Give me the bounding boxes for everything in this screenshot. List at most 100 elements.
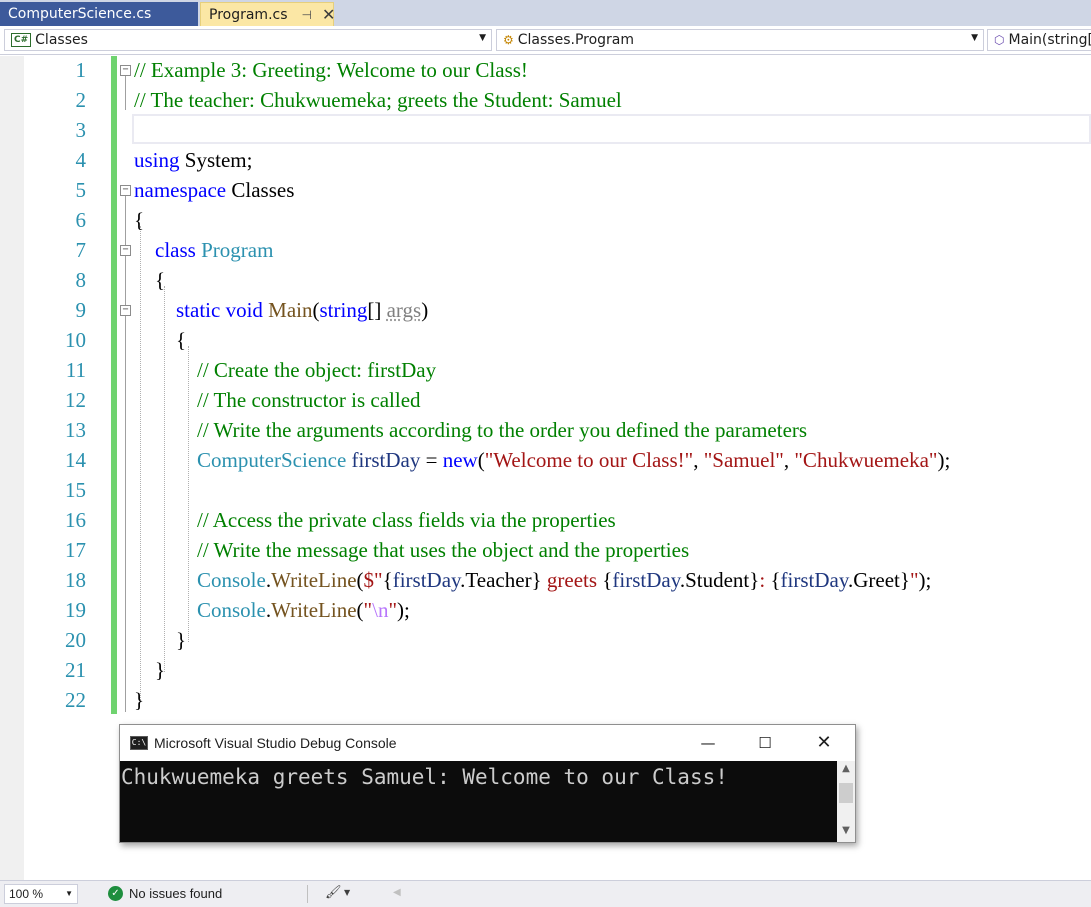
code-token: WriteLine	[271, 598, 357, 622]
code-line[interactable]: 4 using System;	[0, 146, 1091, 176]
code-token: ,	[693, 448, 704, 472]
issues-status[interactable]: No issues found	[129, 886, 222, 901]
code-line[interactable]: 17 // Write the message that uses the ob…	[0, 536, 1091, 566]
line-number: 12	[65, 388, 86, 412]
code-line[interactable]: 1 −// Example 3: Greeting: Welcome to our…	[0, 56, 1091, 86]
line-number: 6	[75, 208, 87, 232]
minimize-button[interactable]: —	[685, 729, 731, 757]
zoom-value: 100 %	[9, 887, 44, 901]
chevron-down-icon[interactable]: ▼	[344, 888, 350, 897]
member-dropdown-value: Main(string[] args)	[1008, 32, 1091, 48]
member-dropdown[interactable]: ⬡ Main(string[] args)	[987, 29, 1091, 51]
code-text: // The constructor is called	[134, 388, 421, 413]
navigation-bar: C# Classes ▼ ⚙ Classes.Program ▼ ⬡ Main(…	[0, 26, 1091, 55]
code-text: }	[134, 658, 165, 683]
code-token: "Samuel"	[703, 448, 784, 472]
code-line[interactable]: 11 // Create the object: firstDay	[0, 356, 1091, 386]
code-line[interactable]: 16 // Access the private class fields vi…	[0, 506, 1091, 536]
code-token: ,	[783, 448, 795, 472]
collapse-icon[interactable]: −	[120, 185, 131, 196]
console-title-bar[interactable]: C:\ Microsoft Visual Studio Debug Consol…	[120, 725, 855, 761]
code-token: }	[134, 628, 187, 652]
maximize-button[interactable]: ☐	[742, 729, 788, 757]
code-token: {	[597, 568, 613, 592]
tab-computerscience-cs[interactable]: ComputerScience.cs	[0, 2, 198, 26]
code-token: Main	[268, 298, 313, 322]
code-line[interactable]: 8 {	[0, 266, 1091, 296]
code-cleanup-brush-icon[interactable]: 🖌	[325, 885, 342, 900]
code-text: {	[134, 268, 165, 293]
code-token: =	[420, 448, 443, 472]
code-line[interactable]: 6{	[0, 206, 1091, 236]
code-line[interactable]: 12 // The constructor is called	[0, 386, 1091, 416]
type-dropdown[interactable]: ⚙ Classes.Program ▼	[496, 29, 984, 51]
debug-console-window[interactable]: C:\ Microsoft Visual Studio Debug Consol…	[119, 724, 856, 843]
code-text: using System;	[134, 148, 252, 173]
code-line[interactable]: 22}	[0, 686, 1091, 716]
console-output-text: Chukwuemeka greets Samuel: Welcome to ou…	[121, 765, 728, 789]
code-line[interactable]: 9 − static void Main(string[] args)	[0, 296, 1091, 326]
code-token: "	[363, 598, 373, 622]
code-line[interactable]: 15	[0, 476, 1091, 506]
project-dropdown[interactable]: C# Classes ▼	[4, 29, 492, 51]
code-text: }	[134, 628, 186, 653]
code-text: namespace Classes	[134, 178, 294, 203]
code-token: :	[759, 568, 771, 592]
code-line[interactable]: 10 {	[0, 326, 1091, 356]
code-token: (	[356, 598, 364, 622]
code-line[interactable]: 5 − namespace Classes	[0, 176, 1091, 206]
code-token: }	[134, 658, 166, 682]
scroll-down-icon[interactable]: ▼	[837, 825, 855, 839]
line-number: 20	[65, 628, 86, 652]
code-token: using	[134, 148, 180, 172]
tab-program-cs[interactable]: Program.cs ⊣ ✕	[200, 2, 335, 26]
code-line[interactable]: 21 }	[0, 656, 1091, 686]
code-line[interactable]: 7 − class Program	[0, 236, 1091, 266]
scroll-left-icon[interactable]: ◀	[393, 887, 401, 898]
zoom-dropdown[interactable]: 100 % ▼	[4, 884, 78, 904]
console-scrollbar[interactable]: ▲ ▼	[837, 761, 855, 842]
code-line[interactable]: 19 Console.WriteLine("\n");	[0, 596, 1091, 626]
chevron-down-icon: ▼	[65, 889, 73, 898]
line-number: 15	[65, 478, 86, 502]
code-line[interactable]: 18 Console.WriteLine($"{firstDay.Teacher…	[0, 566, 1091, 596]
code-text: // Write the message that uses the objec…	[134, 538, 689, 563]
code-token: {	[382, 568, 393, 592]
code-line[interactable]: 2 // The teacher: Chukwuemeka; greets the…	[0, 86, 1091, 116]
code-token: "	[909, 568, 919, 592]
collapse-icon[interactable]: −	[120, 245, 131, 256]
scroll-up-icon[interactable]: ▲	[837, 763, 855, 777]
console-output-area[interactable]: Chukwuemeka greets Samuel: Welcome to ou…	[120, 761, 837, 842]
code-line[interactable]: 13 // Write the arguments according to t…	[0, 416, 1091, 446]
editor-status-bar: 100 % ▼ ✓ No issues found 🖌 ▼ ◀	[0, 880, 1091, 907]
scroll-thumb[interactable]	[839, 783, 853, 803]
line-number: 11	[65, 358, 86, 382]
class-icon: ⚙	[503, 33, 514, 47]
code-token: $"	[363, 568, 383, 592]
code-token: // Create the object: firstDay	[197, 358, 437, 382]
code-line[interactable]: 3	[0, 116, 1091, 146]
code-token: Classes	[226, 178, 295, 202]
pin-icon[interactable]: ⊣	[302, 8, 312, 22]
check-circle-icon[interactable]: ✓	[108, 886, 123, 901]
collapse-icon[interactable]: −	[120, 65, 131, 76]
code-token: .Student}	[679, 568, 760, 592]
code-line[interactable]: 14 ComputerScience firstDay = new("Welco…	[0, 446, 1091, 476]
console-title: Microsoft Visual Studio Debug Console	[154, 735, 397, 751]
code-token: "Chukwuemeka"	[794, 448, 938, 472]
collapse-icon[interactable]: −	[120, 305, 131, 316]
code-text: static void Main(string[] args)	[134, 298, 428, 323]
code-line[interactable]: 20 }	[0, 626, 1091, 656]
close-icon[interactable]: ✕	[322, 5, 335, 24]
line-number: 21	[65, 658, 86, 682]
line-number: 1	[75, 58, 87, 82]
line-number: 10	[65, 328, 86, 352]
chevron-down-icon: ▼	[971, 33, 978, 43]
code-token: namespace	[134, 178, 227, 202]
close-button[interactable]: ✕	[801, 729, 847, 757]
tab-label: ComputerScience.cs	[8, 6, 152, 22]
